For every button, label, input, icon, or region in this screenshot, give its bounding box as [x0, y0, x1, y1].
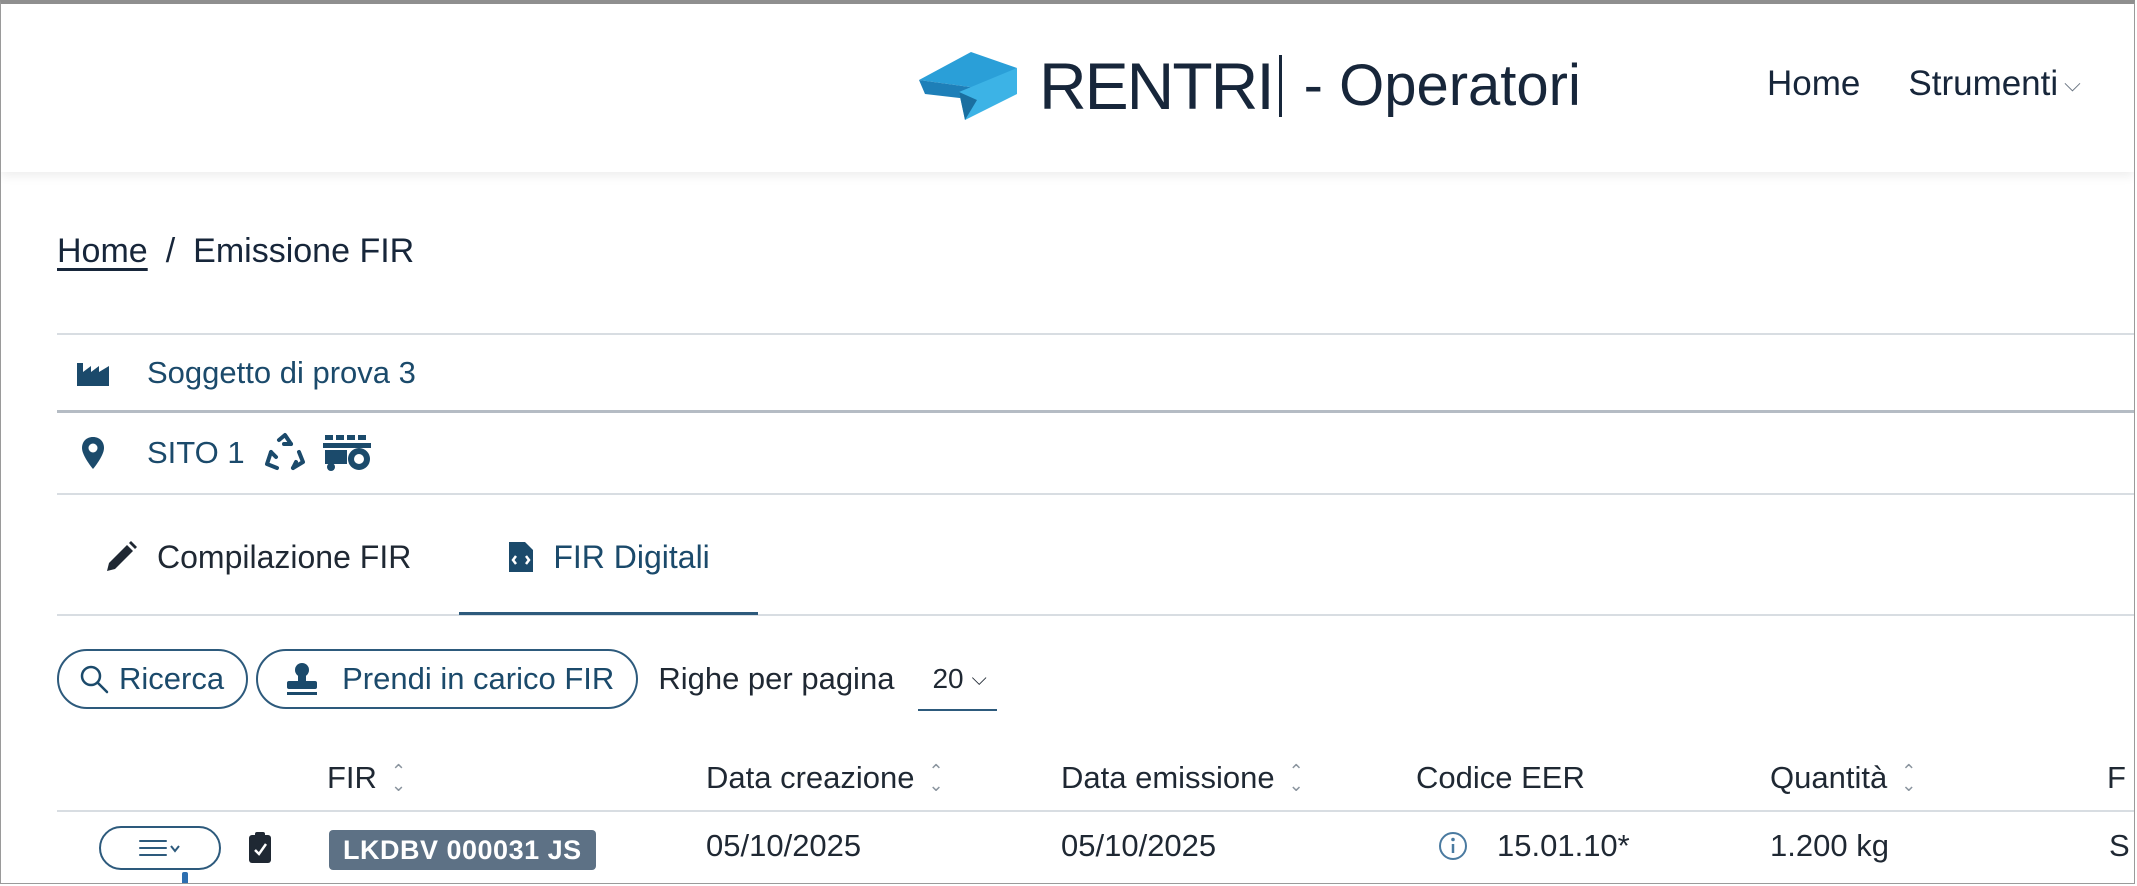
- tab-compilazione-fir[interactable]: Compilazione FIR: [57, 502, 459, 612]
- table-header-divider: [57, 810, 2134, 812]
- column-header-quantita[interactable]: Quantità ⌃ ⌄: [1770, 760, 1916, 796]
- cell-data-emissione: 05/10/2025: [1061, 828, 1217, 863]
- rows-per-page-label: Righe per pagina: [658, 661, 895, 696]
- brand-subtitle: - Operatori: [1303, 53, 1581, 118]
- fir-number-badge[interactable]: LKDBV 000031 JS: [329, 830, 596, 870]
- column-header-data-creazione[interactable]: Data creazione ⌃ ⌄: [706, 760, 944, 796]
- cell-quantita: 1.200 kg: [1770, 828, 1889, 863]
- column-fir-label: FIR: [327, 760, 377, 795]
- column-header-data-emissione[interactable]: Data emissione ⌃ ⌄: [1061, 760, 1304, 796]
- factory-icon: [73, 353, 113, 393]
- column-data-creazione-label: Data creazione: [706, 760, 915, 795]
- sort-icon: ⌃ ⌄: [390, 760, 407, 795]
- cell-next: S: [2109, 828, 2130, 863]
- sort-icon: ⌃ ⌄: [1901, 760, 1917, 795]
- chevron-down-icon: ⌵: [971, 667, 987, 690]
- fir-tabs: Compilazione FIR FIR Digitali: [57, 502, 2134, 616]
- table-header: FIR ⌃ ⌄ Data creazione ⌃ ⌄ Data emissione …: [1, 754, 2134, 814]
- breadcrumb-home-link[interactable]: Home: [57, 232, 148, 271]
- brand-divider: [1278, 55, 1282, 117]
- pencil-icon: [107, 541, 137, 571]
- chevron-down-icon: ⌵: [2064, 71, 2081, 96]
- cell-data-creazione: 05/10/2025: [706, 828, 862, 863]
- column-data-emissione-label: Data emissione: [1061, 760, 1275, 795]
- take-charge-button[interactable]: Prendi in carico FIR: [256, 649, 639, 709]
- sort-icon: ⌃ ⌄: [928, 760, 944, 795]
- column-header-fir[interactable]: FIR ⌃ ⌄: [327, 760, 406, 796]
- sito-badges: [263, 432, 389, 474]
- soggetto-name: Soggetto di prova 3: [147, 355, 416, 390]
- app-window: RENTRI - Operatori Home Strumenti ⌵ Home…: [0, 0, 2135, 884]
- menu-icon: [139, 840, 180, 856]
- sort-icon: ⌃ ⌄: [1288, 760, 1304, 795]
- tab-fir-digitali[interactable]: FIR Digitali: [459, 502, 758, 615]
- cell-codice-eer: 15.01.10*: [1437, 828, 1630, 864]
- map-pin-icon: [73, 433, 113, 473]
- search-button[interactable]: Ricerca: [57, 649, 249, 709]
- codice-eer-value: 15.01.10*: [1497, 828, 1630, 863]
- column-quantita-label: Quantità: [1770, 760, 1888, 795]
- column-next-label: F: [2107, 760, 2126, 795]
- waste-truck-icon: [322, 435, 371, 471]
- stamp-icon: [287, 663, 318, 695]
- tab-fir-digitali-label: FIR Digitali: [553, 538, 710, 575]
- take-charge-label: Prendi in carico FIR: [342, 661, 615, 696]
- recycle-icon: [264, 433, 305, 470]
- table-row[interactable]: LKDBV 000031 JS 05/10/2025 05/10/2025 15…: [1, 816, 2134, 883]
- info-icon[interactable]: [1437, 830, 1469, 862]
- drag-handle[interactable]: [182, 872, 188, 883]
- sito-name: SITO 1: [147, 435, 245, 470]
- brand-name: RENTRI: [1039, 49, 1275, 123]
- document-icon: [509, 542, 534, 572]
- nav-home[interactable]: Home: [1767, 64, 1860, 104]
- clipboard-icon[interactable]: [247, 830, 273, 864]
- rows-per-page-select[interactable]: 20 ⌵: [918, 663, 997, 711]
- brand[interactable]: RENTRI - Operatori: [919, 46, 1581, 126]
- soggetto-row[interactable]: Soggetto di prova 3: [57, 333, 2134, 411]
- rows-per-page-value: 20: [932, 663, 964, 694]
- breadcrumb-separator: /: [165, 232, 176, 270]
- nav-home-label: Home: [1767, 64, 1861, 103]
- search-button-label: Ricerca: [119, 661, 225, 696]
- column-header-next[interactable]: F: [2107, 760, 2126, 796]
- search-icon: [80, 665, 109, 694]
- breadcrumb: Home / Emissione FIR: [57, 232, 414, 271]
- nav-strumenti-label: Strumenti: [1908, 64, 2059, 103]
- column-codice-eer-label: Codice EER: [1416, 760, 1585, 795]
- rentri-logo-icon: [919, 52, 1017, 120]
- top-header: RENTRI - Operatori Home Strumenti ⌵: [1, 4, 2134, 172]
- sito-row[interactable]: SITO 1: [57, 410, 2134, 495]
- tab-compilazione-label: Compilazione FIR: [157, 538, 412, 575]
- main-nav: Home Strumenti ⌵: [1767, 64, 2129, 104]
- column-header-codice-eer: Codice EER: [1416, 760, 1585, 796]
- nav-strumenti[interactable]: Strumenti ⌵: [1908, 64, 2080, 104]
- breadcrumb-current: Emissione FIR: [193, 232, 415, 270]
- toolbar: Ricerca Prendi in carico FIR Righe per p…: [57, 649, 997, 711]
- row-actions-button[interactable]: [99, 826, 221, 870]
